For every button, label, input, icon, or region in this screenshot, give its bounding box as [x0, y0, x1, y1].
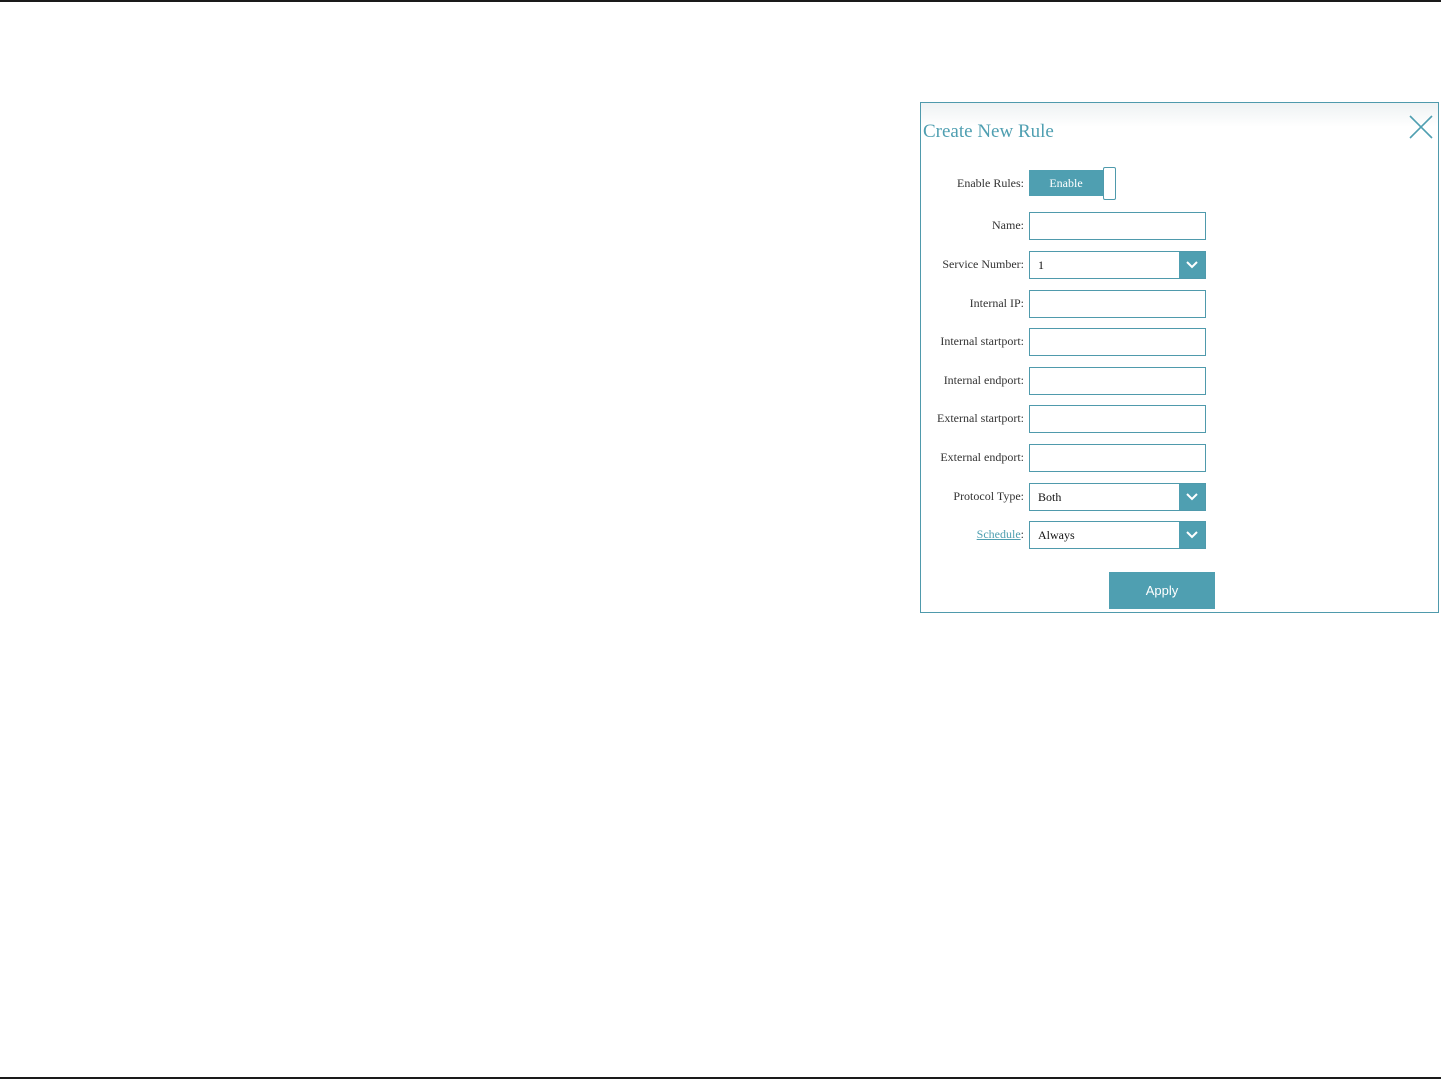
- apply-button[interactable]: Apply: [1109, 572, 1215, 609]
- name-input[interactable]: [1029, 212, 1206, 240]
- service-number-label: Service Number:: [942, 257, 1024, 271]
- schedule-link[interactable]: Schedule: [977, 527, 1021, 541]
- close-icon: [1409, 115, 1433, 139]
- enable-rules-toggle[interactable]: Enable: [1029, 167, 1118, 201]
- schedule-select[interactable]: Always: [1029, 521, 1206, 549]
- internal-ip-label: Internal IP:: [969, 296, 1024, 310]
- external-startport-input[interactable]: [1029, 405, 1206, 433]
- protocol-type-label: Protocol Type:: [953, 489, 1024, 503]
- enable-rules-row: Enable Rules: Enable: [921, 167, 1440, 200]
- schedule-row: Schedule: Always: [921, 521, 1440, 549]
- dialog-title: Create New Rule: [923, 121, 1054, 142]
- internal-endport-row: Internal endport:: [921, 367, 1440, 395]
- external-startport-label: External startport:: [937, 411, 1024, 425]
- chevron-down-icon[interactable]: [1179, 484, 1205, 510]
- internal-endport-label: Internal endport:: [943, 373, 1024, 387]
- chevron-down-icon[interactable]: [1179, 522, 1205, 548]
- toggle-knob[interactable]: [1103, 167, 1116, 200]
- protocol-type-value: Both: [1038, 490, 1062, 504]
- service-number-value: 1: [1038, 258, 1044, 272]
- top-border-line: [0, 0, 1441, 2]
- external-endport-input[interactable]: [1029, 444, 1206, 472]
- create-new-rule-dialog: Create New Rule Enable Rules: Enable Nam…: [920, 102, 1439, 613]
- internal-ip-row: Internal IP:: [921, 290, 1440, 318]
- enable-rules-label: Enable Rules:: [957, 176, 1024, 190]
- name-row: Name:: [921, 212, 1440, 240]
- internal-startport-row: Internal startport:: [921, 328, 1440, 356]
- external-startport-row: External startport:: [921, 405, 1440, 433]
- protocol-type-select[interactable]: Both: [1029, 483, 1206, 511]
- name-label: Name:: [992, 218, 1024, 232]
- service-number-select[interactable]: 1: [1029, 251, 1206, 279]
- internal-startport-input[interactable]: [1029, 328, 1206, 356]
- enable-toggle-label: Enable: [1029, 170, 1103, 196]
- schedule-label: Schedule:: [976, 527, 1024, 541]
- protocol-type-row: Protocol Type: Both: [921, 483, 1440, 511]
- internal-ip-input[interactable]: [1029, 290, 1206, 318]
- service-number-row: Service Number: 1: [921, 251, 1440, 279]
- close-button[interactable]: [1407, 113, 1435, 141]
- chevron-down-icon[interactable]: [1179, 252, 1205, 278]
- internal-endport-input[interactable]: [1029, 367, 1206, 395]
- external-endport-label: External endport:: [940, 450, 1024, 464]
- internal-startport-label: Internal startport:: [940, 334, 1024, 348]
- bottom-border-line: [0, 1077, 1441, 1079]
- external-endport-row: External endport:: [921, 444, 1440, 472]
- schedule-value: Always: [1038, 528, 1075, 542]
